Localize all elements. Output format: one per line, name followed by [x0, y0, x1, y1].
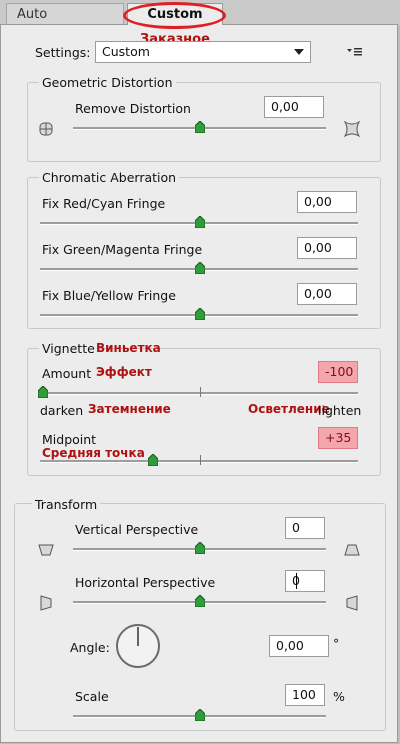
scale-field[interactable]: 100: [285, 684, 325, 706]
text-cursor: [296, 573, 297, 589]
fix-blue-yellow-thumb[interactable]: [195, 308, 205, 320]
vertical-perspective-down-icon[interactable]: [38, 542, 54, 558]
geometric-distortion-title: Geometric Distortion: [39, 75, 176, 90]
midpoint-label: Midpoint: [42, 432, 97, 447]
pincushion-distortion-icon[interactable]: [344, 121, 360, 137]
annotation-midpoint: Средняя точка: [42, 446, 145, 460]
transform-group: [14, 503, 386, 731]
fix-red-cyan-label: Fix Red/Cyan Fringe: [42, 196, 166, 211]
annotation-darken: Затемнение: [88, 402, 171, 416]
chevron-down-icon: [294, 49, 304, 55]
transform-title: Transform: [32, 497, 101, 512]
settings-value: Custom: [102, 44, 150, 59]
horizontal-perspective-left-icon[interactable]: [38, 595, 54, 611]
annotation-vignette: Виньетка: [96, 341, 161, 355]
angle-label: Angle:: [70, 640, 110, 655]
fix-blue-yellow-field[interactable]: 0,00: [297, 283, 357, 305]
horizontal-perspective-label: Horizontal Perspective: [75, 575, 216, 590]
horizontal-perspective-field[interactable]: 0: [285, 570, 325, 592]
fix-blue-yellow-label: Fix Blue/Yellow Fringe: [42, 288, 176, 303]
lighten-label: lighten: [318, 403, 362, 418]
remove-distortion-label: Remove Distortion: [75, 101, 191, 116]
vertical-perspective-up-icon[interactable]: [344, 542, 360, 558]
scale-thumb[interactable]: [195, 709, 205, 721]
vertical-perspective-field[interactable]: 0: [285, 517, 325, 539]
vertical-perspective-thumb[interactable]: [195, 542, 205, 554]
horizontal-perspective-thumb[interactable]: [195, 595, 205, 607]
fix-red-cyan-field[interactable]: 0,00: [297, 191, 357, 213]
midpoint-thumb[interactable]: [148, 454, 158, 466]
chromatic-aberration-title: Chromatic Aberration: [39, 170, 180, 185]
scale-label: Scale: [75, 689, 109, 704]
barrel-distortion-icon[interactable]: [38, 121, 54, 137]
midpoint-slider[interactable]: [40, 460, 358, 463]
annotation-amount: Эффект: [96, 365, 152, 379]
angle-dial[interactable]: [114, 622, 162, 670]
vignette-title: Vignette: [39, 341, 98, 356]
remove-distortion-thumb[interactable]: [195, 121, 205, 133]
amount-field[interactable]: -100: [318, 361, 358, 383]
remove-distortion-field[interactable]: 0,00: [264, 96, 324, 118]
darken-label: darken: [40, 403, 84, 418]
angle-unit: °: [333, 636, 340, 651]
tab-auto-correction[interactable]: Auto Correction: [6, 3, 124, 44]
midpoint-field[interactable]: +35: [318, 427, 358, 449]
vertical-perspective-label: Vertical Perspective: [75, 522, 199, 537]
angle-field[interactable]: 0,00: [269, 635, 329, 657]
amount-slider[interactable]: [40, 392, 358, 395]
settings-label: Settings:: [35, 45, 91, 60]
panel-menu-icon[interactable]: [347, 46, 363, 58]
horizontal-perspective-right-icon[interactable]: [344, 595, 360, 611]
scale-unit: %: [333, 689, 345, 704]
settings-select[interactable]: Custom: [95, 41, 311, 63]
fix-green-magenta-thumb[interactable]: [195, 262, 205, 274]
midpoint-center-tick: [200, 455, 201, 465]
amount-thumb[interactable]: [38, 386, 48, 398]
highlight-ellipse: [123, 2, 226, 29]
amount-label: Amount: [42, 366, 92, 381]
fix-green-magenta-label: Fix Green/Magenta Fringe: [42, 242, 203, 257]
amount-center-tick: [200, 387, 201, 397]
fix-green-magenta-field[interactable]: 0,00: [297, 237, 357, 259]
fix-red-cyan-thumb[interactable]: [195, 216, 205, 228]
